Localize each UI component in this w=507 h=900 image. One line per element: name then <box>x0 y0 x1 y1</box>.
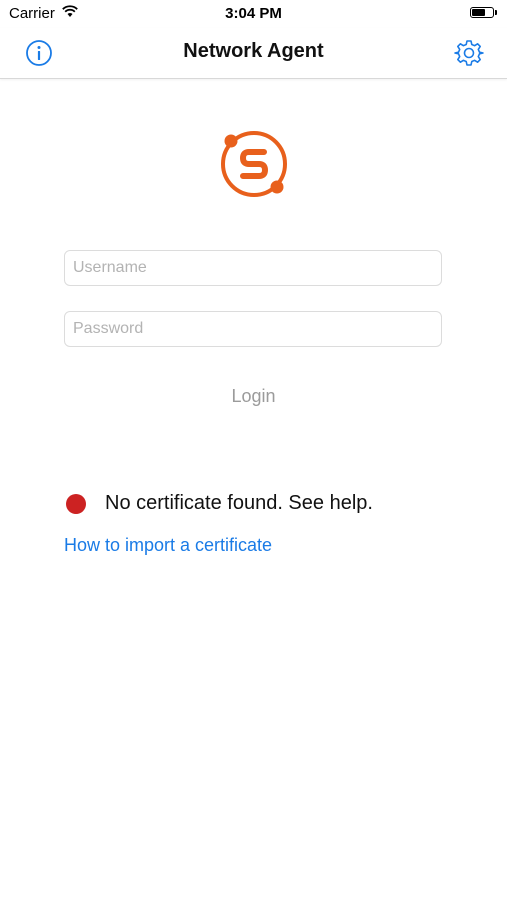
battery-level <box>472 9 485 16</box>
battery-icon <box>470 7 494 18</box>
page-title: Network Agent <box>183 40 324 62</box>
gear-icon[interactable] <box>454 38 484 68</box>
status-bar: Carrier 3:04 PM <box>0 0 507 28</box>
navigation-bar: Network Agent <box>0 28 507 79</box>
login-button[interactable]: Login <box>0 386 507 407</box>
username-field[interactable] <box>64 250 442 286</box>
app-screen: Carrier 3:04 PM Network Agent Username L… <box>0 0 507 900</box>
app-logo <box>218 128 290 200</box>
password-field[interactable] <box>64 311 442 347</box>
status-time: 3:04 PM <box>225 5 282 22</box>
certificate-status-indicator <box>66 494 86 514</box>
battery-tip <box>495 10 497 15</box>
import-certificate-help-link[interactable]: How to import a certificate <box>64 535 272 556</box>
certificate-status-text: No certificate found. See help. <box>105 492 373 514</box>
